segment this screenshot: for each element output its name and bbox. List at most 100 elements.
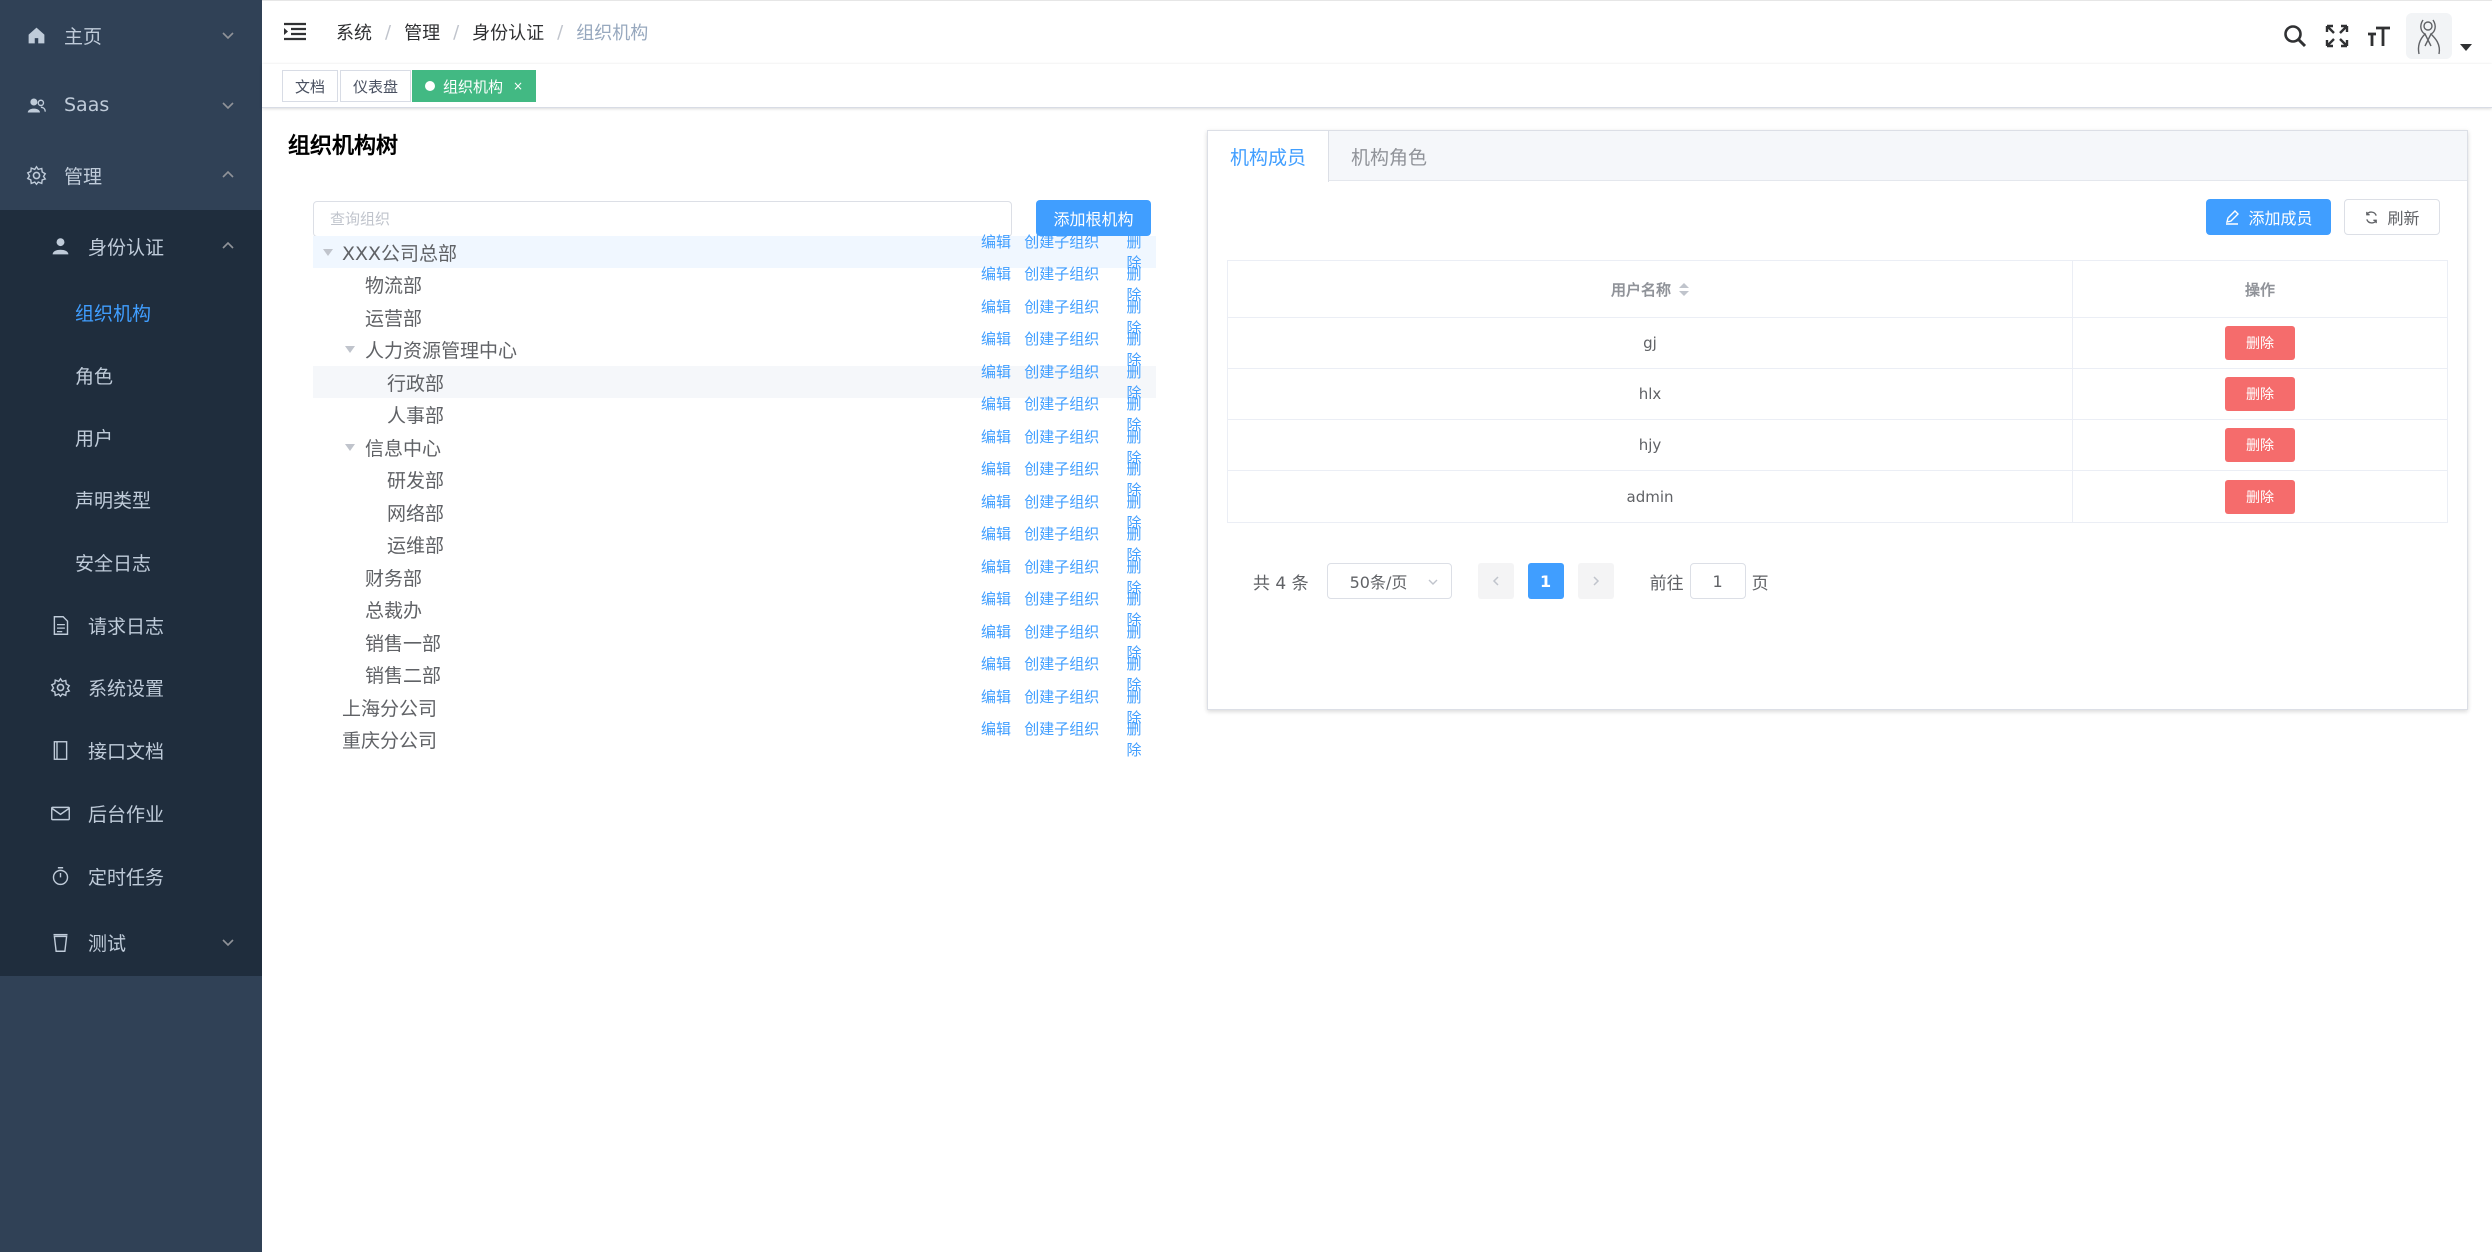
- tag-label: 组织机构: [443, 77, 504, 96]
- sidebar-item-claim-types[interactable]: 声明类型: [0, 468, 262, 530]
- table-header-row: 用户名称 操作: [1228, 261, 2447, 318]
- tag-organization[interactable]: 组织机构 ×: [412, 70, 537, 102]
- sidebar-item-label: 主页: [64, 25, 103, 48]
- edit-link[interactable]: 编辑: [981, 718, 1024, 760]
- actions-cell: 删除: [2073, 471, 2447, 522]
- fullscreen-icon[interactable]: [2322, 21, 2352, 51]
- sidebar-item-label: 请求日志: [88, 615, 165, 638]
- user-icon: [48, 234, 72, 258]
- delete-member-button[interactable]: 删除: [2225, 479, 2295, 514]
- pagination: 共 4 条 50条/页 1 前往 1 页: [1253, 563, 1769, 599]
- page-size-select[interactable]: 50条/页: [1326, 563, 1452, 599]
- tag-dashboard[interactable]: 仪表盘: [340, 70, 412, 102]
- tree-node-label: 总裁办: [365, 599, 423, 622]
- tree-node-actions: 编辑 创建子组织 删除: [981, 718, 1156, 760]
- stopwatch-icon: [48, 864, 72, 888]
- gear-icon: [48, 675, 72, 699]
- breadcrumb-item-current: 组织机构: [576, 23, 649, 44]
- page-number-current[interactable]: 1: [1527, 563, 1564, 599]
- sidebar-item-roles[interactable]: 角色: [0, 344, 262, 406]
- username-cell: admin: [1228, 471, 2073, 522]
- sidebar: 主页 Saas 管理 身份认证 组织机构 角色 用户 声明类型 安全日志 请求日…: [0, 0, 262, 1252]
- gear-icon: [24, 163, 48, 187]
- breadcrumb-separator: /: [557, 21, 564, 43]
- close-icon[interactable]: ×: [513, 79, 523, 93]
- breadcrumb-item[interactable]: 管理: [404, 19, 440, 45]
- tree-node-label: 人事部: [387, 404, 445, 427]
- caret-down-icon[interactable]: [323, 248, 333, 256]
- sidebar-item-scheduled-tasks[interactable]: 定时任务: [0, 844, 262, 908]
- column-header-username[interactable]: 用户名称: [1228, 261, 2073, 317]
- breadcrumb-item[interactable]: 系统: [336, 19, 372, 45]
- sidebar-item-home[interactable]: 主页: [0, 0, 262, 70]
- tag-docs[interactable]: 文档: [282, 70, 339, 102]
- breadcrumb-item[interactable]: 身份认证: [472, 19, 544, 45]
- table-row: admin 删除: [1228, 471, 2447, 522]
- sidebar-item-label: 角色: [75, 365, 114, 388]
- tree-node-label: 研发部: [387, 469, 445, 492]
- sidebar-item-label: 安全日志: [75, 552, 152, 575]
- tree-node-label: 上海分公司: [342, 697, 438, 720]
- sidebar-item-organization[interactable]: 组织机构: [0, 280, 262, 344]
- chevron-right-icon: [1593, 576, 1599, 586]
- tree-node-label: 人力资源管理中心: [365, 339, 518, 362]
- delete-member-button[interactable]: 删除: [2225, 377, 2295, 411]
- tree-search-input[interactable]: 查询组织: [313, 201, 1012, 237]
- goto-prefix: 前往: [1649, 573, 1684, 594]
- sidebar-item-label: 接口文档: [88, 740, 165, 763]
- sidebar-item-security-log[interactable]: 安全日志: [0, 530, 262, 594]
- actions-cell: 删除: [2073, 369, 2447, 419]
- sidebar-item-label: 测试: [88, 932, 127, 955]
- goto-page-input[interactable]: 1: [1689, 563, 1746, 599]
- sidebar-item-label: Saas: [64, 94, 110, 116]
- refresh-button[interactable]: 刷新: [2344, 199, 2440, 235]
- chevron-down-icon: [222, 102, 234, 110]
- prev-page-button[interactable]: [1477, 563, 1514, 599]
- tree-node[interactable]: 重庆分公司 编辑 创建子组织 删除: [313, 720, 1156, 759]
- refresh-icon: [2366, 210, 2378, 224]
- next-page-button[interactable]: [1577, 563, 1614, 599]
- caret-down-icon[interactable]: [2460, 43, 2472, 51]
- hamburger-icon[interactable]: [282, 19, 308, 45]
- sidebar-item-system-settings[interactable]: 系统设置: [0, 656, 262, 718]
- actions-cell: 删除: [2073, 318, 2447, 368]
- table-row: hjy 删除: [1228, 420, 2447, 471]
- actions-cell: 删除: [2073, 420, 2447, 470]
- tab-org-roles[interactable]: 机构角色: [1329, 131, 1449, 181]
- avatar[interactable]: [2406, 13, 2452, 59]
- sidebar-item-users[interactable]: 用户: [0, 406, 262, 468]
- sidebar-item-request-log[interactable]: 请求日志: [0, 594, 262, 656]
- caret-down-icon[interactable]: [345, 345, 355, 353]
- active-dot-icon: [425, 81, 435, 91]
- sidebar-menu: 主页 Saas 管理 身份认证 组织机构 角色 用户 声明类型 安全日志 请求日…: [0, 0, 262, 976]
- username-cell: gj: [1228, 318, 2073, 368]
- chevron-down-icon: [222, 939, 234, 947]
- caret-down-icon[interactable]: [345, 443, 355, 451]
- font-size-icon[interactable]: [2364, 21, 2394, 51]
- search-icon[interactable]: [2280, 21, 2310, 51]
- edit-icon: [2226, 210, 2240, 225]
- tab-org-members[interactable]: 机构成员: [1208, 131, 1329, 182]
- delete-member-button[interactable]: 删除: [2225, 326, 2295, 360]
- column-header-label: 操作: [2244, 280, 2275, 299]
- button-label: 刷新: [2387, 209, 2420, 228]
- add-child-link[interactable]: 创建子组织: [1024, 718, 1126, 760]
- sidebar-item-saas[interactable]: Saas: [0, 70, 262, 140]
- tree-node-label: 运营部: [365, 307, 423, 330]
- tree-node-label: 销售一部: [365, 632, 442, 655]
- delete-link[interactable]: 删除: [1126, 718, 1156, 760]
- sidebar-item-manage[interactable]: 管理: [0, 140, 262, 210]
- sidebar-item-background-jobs[interactable]: 后台作业: [0, 782, 262, 844]
- sidebar-item-test[interactable]: 测试: [0, 908, 262, 976]
- sidebar-item-identity[interactable]: 身份认证: [0, 212, 262, 280]
- add-member-button[interactable]: 添加成员: [2206, 199, 2331, 235]
- breadcrumb-separator: /: [385, 21, 392, 43]
- card-tabs: 机构成员 机构角色: [1208, 131, 2467, 182]
- tab-label: 机构角色: [1350, 146, 1427, 169]
- delete-member-button[interactable]: 删除: [2225, 428, 2295, 462]
- sidebar-item-label: 组织机构: [75, 302, 152, 325]
- sort-icon[interactable]: [1679, 282, 1689, 296]
- sidebar-item-api-docs[interactable]: 接口文档: [0, 718, 262, 782]
- button-label: 添加根机构: [1053, 210, 1134, 229]
- tree-node-label: 信息中心: [365, 437, 442, 460]
